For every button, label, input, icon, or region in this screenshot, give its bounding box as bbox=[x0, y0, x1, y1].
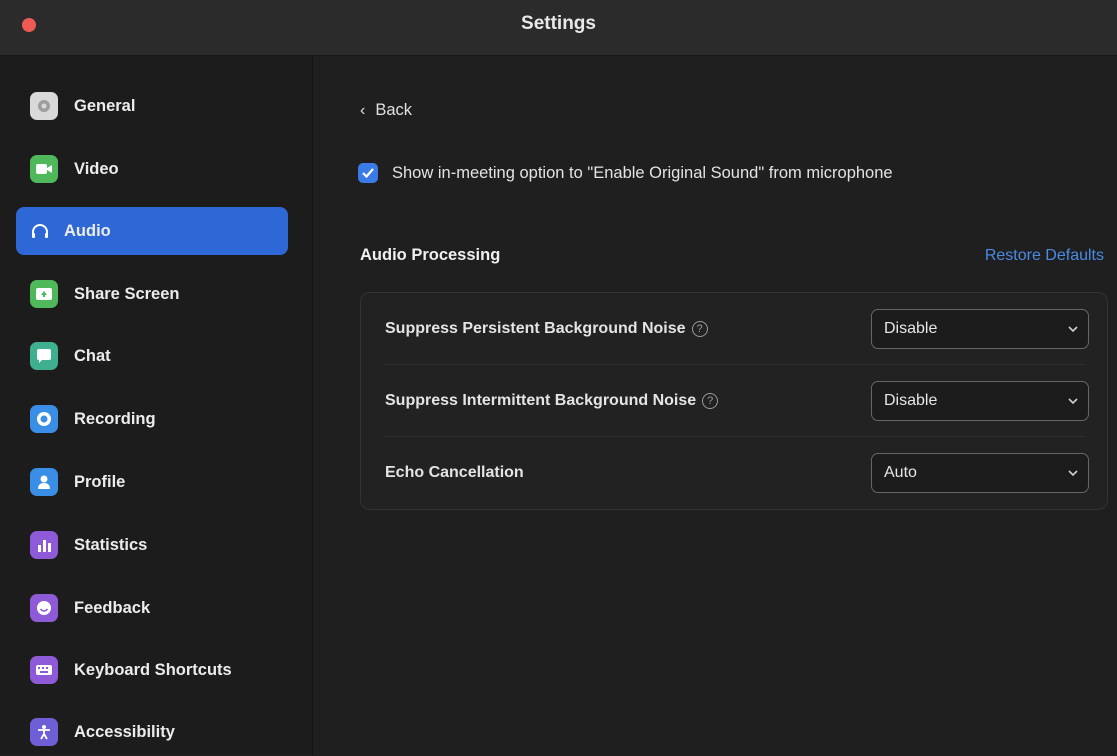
accessibility-icon bbox=[30, 718, 58, 746]
share-screen-icon bbox=[30, 280, 58, 308]
sidebar-item-label: Statistics bbox=[74, 535, 148, 554]
sidebar-item-label: Recording bbox=[74, 409, 156, 428]
setting-label-text: Suppress Intermittent Background Noise bbox=[385, 392, 697, 409]
setting-row: Suppress Persistent Background Noise ? D… bbox=[361, 293, 1109, 365]
help-icon[interactable]: ? bbox=[691, 321, 708, 337]
record-icon bbox=[30, 405, 58, 433]
window-title: Settings bbox=[521, 13, 596, 34]
setting-label-text: Suppress Persistent Background Noise bbox=[385, 320, 686, 337]
sidebar-item-label: Accessibility bbox=[74, 722, 175, 741]
sidebar-item-label: Keyboard Shortcuts bbox=[74, 660, 232, 679]
keyboard-icon bbox=[30, 656, 58, 684]
select-value: Disable bbox=[884, 320, 938, 337]
original-sound-label: Show in-meeting option to "Enable Origin… bbox=[392, 163, 893, 182]
settings-sidebar: General Video Audio Share Screen Chat Re… bbox=[0, 56, 313, 754]
chevron-left-icon: ‹ bbox=[360, 101, 366, 119]
section-title: Audio Processing bbox=[360, 246, 501, 264]
audio-settings-panel: ‹ Back Show in-meeting option to "Enable… bbox=[314, 56, 1117, 754]
sidebar-item-label: Feedback bbox=[74, 598, 151, 617]
chevron-down-icon bbox=[1068, 396, 1078, 406]
chat-bubble-icon bbox=[30, 342, 58, 370]
setting-label-text: Echo Cancellation bbox=[385, 464, 524, 481]
help-icon[interactable]: ? bbox=[702, 393, 719, 409]
restore-defaults-link[interactable]: Restore Defaults bbox=[985, 247, 1104, 265]
video-camera-icon bbox=[30, 155, 58, 183]
chevron-down-icon bbox=[1068, 324, 1078, 334]
sidebar-item-keyboard-shortcuts[interactable]: Keyboard Shortcuts bbox=[16, 646, 288, 694]
select-value: Disable bbox=[884, 392, 938, 409]
setting-row: Echo Cancellation Auto bbox=[361, 437, 1109, 509]
sidebar-item-video[interactable]: Video bbox=[16, 145, 288, 193]
smiley-icon bbox=[30, 594, 58, 622]
sidebar-item-recording[interactable]: Recording bbox=[16, 395, 288, 443]
sidebar-item-chat[interactable]: Chat bbox=[16, 332, 288, 380]
sidebar-item-general[interactable]: General bbox=[16, 82, 288, 130]
bar-chart-icon bbox=[30, 531, 58, 559]
setting-label: Suppress Persistent Background Noise ? bbox=[385, 293, 708, 365]
setting-label: Suppress Intermittent Background Noise ? bbox=[385, 365, 719, 437]
sidebar-item-label: General bbox=[74, 96, 136, 115]
sidebar-item-statistics[interactable]: Statistics bbox=[16, 521, 288, 569]
sidebar-item-label: Profile bbox=[74, 472, 126, 491]
sidebar-item-label: Share Screen bbox=[74, 284, 180, 303]
suppress-intermittent-noise-select[interactable]: Disable bbox=[871, 381, 1089, 421]
title-bar: Settings bbox=[0, 0, 1117, 56]
checkmark-icon bbox=[362, 168, 374, 179]
back-label: Back bbox=[375, 101, 413, 119]
sidebar-item-profile[interactable]: Profile bbox=[16, 458, 288, 506]
sidebar-item-audio[interactable]: Audio bbox=[16, 207, 288, 255]
settings-window: Settings General Video Audio Share Scree… bbox=[0, 0, 1117, 754]
sidebar-item-share-screen[interactable]: Share Screen bbox=[16, 270, 288, 318]
sidebar-item-label: Audio bbox=[64, 221, 111, 240]
suppress-persistent-noise-select[interactable]: Disable bbox=[871, 309, 1089, 349]
headphones-icon bbox=[26, 217, 54, 245]
sidebar-item-label: Video bbox=[74, 159, 119, 178]
gear-icon bbox=[30, 92, 58, 120]
person-icon bbox=[30, 468, 58, 496]
setting-row: Suppress Intermittent Background Noise ?… bbox=[361, 365, 1109, 437]
select-value: Auto bbox=[884, 464, 917, 481]
echo-cancellation-select[interactable]: Auto bbox=[871, 453, 1089, 493]
audio-processing-panel: Suppress Persistent Background Noise ? D… bbox=[360, 292, 1108, 510]
setting-label: Echo Cancellation bbox=[385, 437, 524, 509]
sidebar-item-accessibility[interactable]: Accessibility bbox=[16, 708, 288, 756]
sidebar-item-feedback[interactable]: Feedback bbox=[16, 584, 288, 632]
original-sound-option: Show in-meeting option to "Enable Origin… bbox=[358, 163, 893, 183]
chevron-down-icon bbox=[1068, 468, 1078, 478]
back-button[interactable]: ‹ Back bbox=[360, 101, 412, 120]
sidebar-item-label: Chat bbox=[74, 346, 111, 365]
original-sound-checkbox[interactable] bbox=[358, 163, 378, 183]
